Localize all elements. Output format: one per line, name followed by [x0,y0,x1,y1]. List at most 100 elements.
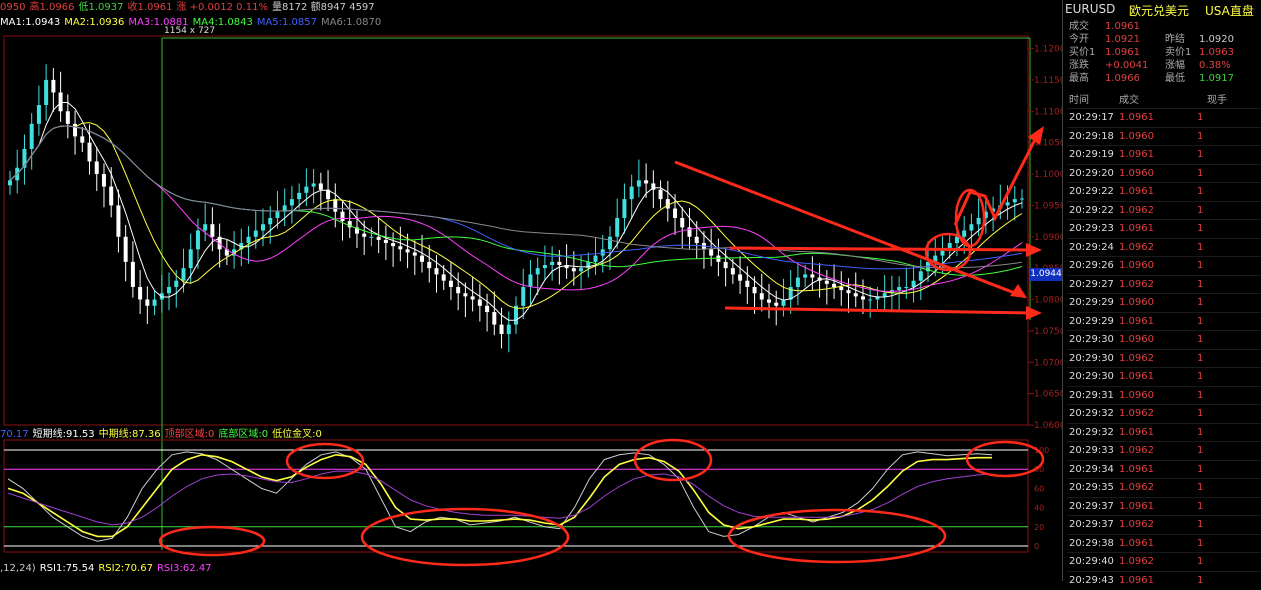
trade-price: 1.0961 [1119,315,1154,327]
trade-row[interactable]: 20:29:37 1.0961 1 [1067,496,1261,516]
price-tick-label: 1.1100 [1034,107,1062,117]
trade-row[interactable]: 20:29:22 1.0961 1 [1067,182,1261,201]
quote-row: 成交 1.0961 [1067,20,1261,33]
trade-price: 1.0960 [1119,389,1154,401]
quote-value: +0.0041 [1105,60,1149,71]
candle-body [911,280,916,287]
trade-volume: 1 [1197,278,1204,290]
quote-label: 最高 [1069,73,1089,84]
candle-body [579,268,584,272]
trade-price: 1.0960 [1119,260,1154,271]
candle-body [167,286,172,294]
candle-body [477,299,482,306]
trade-row[interactable]: 20:29:27 1.0962 1 [1067,274,1261,294]
indicator-tick-label: 0 [1034,542,1039,551]
trade-time: 20:29:34 [1069,463,1114,475]
quote-label: 昨结 [1165,34,1185,45]
quote-value: 1.0920 [1199,34,1234,45]
trade-row[interactable]: 20:29:29 1.0960 1 [1067,293,1261,312]
trade-row[interactable]: 20:29:29 1.0961 1 [1067,311,1261,331]
candle-body [268,217,273,225]
quote-label: 买价1 [1069,47,1096,58]
indicator-line-RSI3 [7,470,993,526]
trade-row[interactable]: 20:29:23 1.0961 1 [1067,219,1261,238]
quote-row: 买价1 1.0961 卖价1 1.0963 [1067,46,1261,59]
candle-body [58,92,63,112]
candle-body [499,324,504,335]
trade-row[interactable]: 20:29:38 1.0961 1 [1067,533,1261,553]
trade-row[interactable]: 20:29:35 1.0962 1 [1067,478,1261,497]
trade-price: 1.0962 [1119,408,1154,419]
price-tick-label: 1.0800 [1034,296,1062,306]
trade-volume: 1 [1197,223,1204,234]
trade-row[interactable]: 20:29:30 1.0962 1 [1067,348,1261,368]
trade-volume: 1 [1197,241,1204,253]
trade-price: 1.0962 [1119,445,1154,456]
trade-row[interactable]: 20:29:43 1.0961 1 [1067,570,1261,590]
symbol-header: EURUSD 欧元兑美元 USA直盘 [1063,2,1261,18]
trade-row[interactable]: 20:29:32 1.0961 1 [1067,422,1261,442]
trade-volume: 1 [1197,334,1204,345]
candle-body [694,236,699,244]
indicator-tick-label: 20 [1034,523,1044,532]
candle-body [297,192,302,200]
trade-time: 20:29:38 [1069,537,1114,549]
trade-row[interactable]: 20:29:30 1.0961 1 [1067,367,1261,386]
trade-row[interactable]: 20:29:30 1.0960 1 [1067,330,1261,349]
candle-body [665,199,670,209]
candle-body [774,302,779,306]
indicator-tick-label: 60 [1034,484,1044,493]
current-price-tag: 1.0944 [1030,268,1062,281]
rsi-legend-item-1: RSI1:75.54 [39,563,95,574]
trade-row[interactable]: 20:29:20 1.0960 1 [1067,163,1261,183]
trade-price: 1.0961 [1119,537,1154,549]
price-tick-label: 1.0650 [1034,390,1062,400]
trade-row[interactable]: 20:29:31 1.0960 1 [1067,385,1261,405]
quote-value: 1.0961 [1105,47,1140,58]
candle-body [463,293,468,297]
trade-row[interactable]: 20:29:18 1.0960 1 [1067,126,1261,146]
ma-legend-item-5: MA6:1.0870 [321,17,382,28]
indicator-line-中期线 [7,453,992,538]
candle-body [434,268,439,275]
price-tick-label: 1.1000 [1034,170,1062,180]
trade-volume: 1 [1197,352,1204,364]
candle-body [658,189,663,200]
header-field-1: 高1.0966 [29,2,75,13]
trade-volume: 1 [1197,315,1204,327]
candle-body [246,236,251,244]
symbol-name: 欧元兑美元 [1129,4,1190,18]
trade-volume: 1 [1197,297,1204,308]
candle-body [304,186,309,193]
candle-body [752,286,757,294]
trade-row[interactable]: 20:29:19 1.0961 1 [1067,145,1261,164]
trade-row[interactable]: 20:29:32 1.0962 1 [1067,404,1261,423]
trade-row[interactable]: 20:29:37 1.0962 1 [1067,515,1261,534]
trade-row[interactable]: 20:29:33 1.0962 1 [1067,441,1261,460]
symbol-code[interactable]: EURUSD [1065,2,1115,16]
trade-volume: 1 [1197,519,1204,530]
trade-row[interactable]: 20:29:22 1.0962 1 [1067,200,1261,220]
indicator-legend-item-5: 低位金叉:0 [272,429,322,440]
trade-row[interactable]: 20:29:26 1.0960 1 [1067,256,1261,275]
resistance-line [729,246,1031,252]
indicator-highlight-ellipse [360,507,570,567]
candle-body [485,305,490,313]
trade-row[interactable]: 20:29:24 1.0962 1 [1067,237,1261,257]
header-field-2: 低1.0937 [78,2,124,13]
trade-row[interactable]: 20:29:40 1.0962 1 [1067,552,1261,571]
quote-row: 最高 1.0966 最低 1.0917 [1067,72,1261,85]
projection-line [953,129,1042,226]
candle-body [962,230,967,237]
quote-value: 1.0963 [1199,47,1234,58]
trade-volume: 1 [1197,445,1204,456]
candle-body [130,261,135,287]
trade-row[interactable]: 20:29:34 1.0961 1 [1067,459,1261,479]
candle-body [868,299,873,301]
quote-value: 1.0917 [1199,73,1234,84]
header-field-5: 量8172 额8947 4597 [271,2,375,13]
candle-body [109,186,114,206]
trade-row[interactable]: 20:29:17 1.0961 1 [1067,108,1261,127]
trade-price: 1.0961 [1119,463,1154,475]
trade-volume: 1 [1197,149,1204,160]
